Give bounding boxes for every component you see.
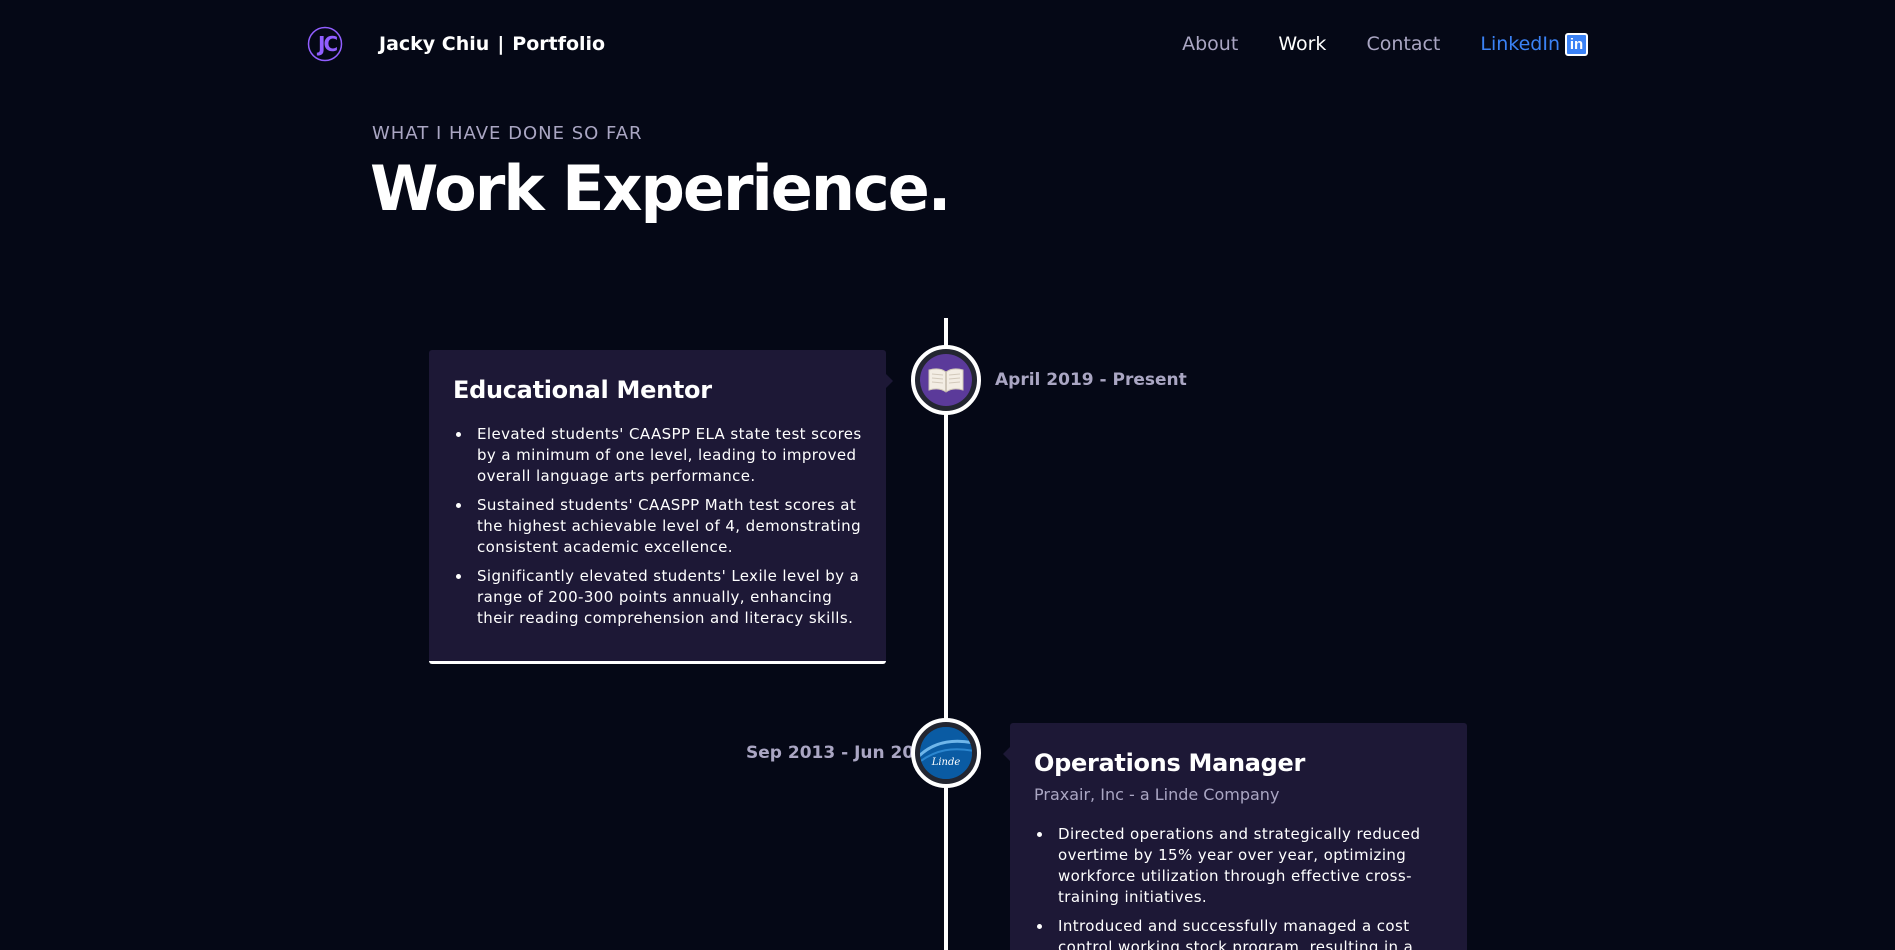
brand-separator: | — [497, 33, 505, 55]
section-subtitle: What I have done so far — [372, 123, 643, 144]
experience-points: Elevated students' CAASPP ELA state test… — [453, 424, 862, 629]
experience-title: Educational Mentor — [453, 376, 712, 404]
section-title: Work Experience. — [370, 152, 951, 225]
experience-card-educational-mentor: Educational Mentor Elevated students' CA… — [429, 350, 893, 664]
brand-second: Portfolio — [512, 33, 606, 55]
experience-company: Praxair, Inc - a Linde Company — [1034, 785, 1280, 804]
experience-card-operations-manager: Operations Manager Praxair, Inc - a Lind… — [1003, 723, 1467, 950]
nav-link-linkedin[interactable]: LinkedIn in — [1480, 30, 1588, 58]
card-arrow — [886, 374, 893, 388]
card-arrow — [1003, 747, 1010, 761]
navbar: JC Jacky Chiu | Portfolio About Work Conta… — [0, 0, 1895, 90]
experience-date: April 2019 - Present — [995, 370, 1187, 390]
open-book-icon — [920, 354, 972, 406]
timeline-node-operations-manager: Linde — [911, 718, 981, 788]
linde-logo-icon: Linde — [920, 727, 972, 779]
nav-link-work[interactable]: Work — [1278, 30, 1326, 58]
experience-point: Introduced and successfully managed a co… — [1034, 916, 1443, 950]
experience-title: Operations Manager — [1034, 749, 1306, 777]
page: JC Jacky Chiu | Portfolio About Work Conta… — [0, 0, 1895, 950]
timeline-node-educational-mentor — [911, 345, 981, 415]
experience-date: Sep 2013 - Jun 2017 — [746, 743, 938, 763]
brand-first: Jacky Chiu — [379, 33, 490, 55]
brand-link[interactable]: JC Jacky Chiu | Portfolio — [307, 26, 605, 62]
jc-logo-icon: JC — [307, 26, 354, 62]
experience-point: Elevated students' CAASPP ELA state test… — [453, 424, 862, 487]
linkedin-icon: in — [1565, 32, 1588, 56]
nav-link-contact[interactable]: Contact — [1366, 30, 1440, 58]
experience-point: Significantly elevated students' Lexile … — [453, 566, 862, 629]
svg-text:JC: JC — [316, 32, 337, 56]
brand-name: Jacky Chiu | Portfolio — [379, 33, 605, 55]
svg-text:Linde: Linde — [931, 757, 961, 768]
experience-point: Sustained students' CAASPP Math test sco… — [453, 495, 862, 558]
experience-points: Directed operations and strategically re… — [1034, 824, 1443, 950]
nav-link-about[interactable]: About — [1182, 30, 1238, 58]
linkedin-label: LinkedIn — [1480, 33, 1560, 55]
nav-links: About Work Contact LinkedIn in — [1142, 30, 1588, 58]
experience-point: Directed operations and strategically re… — [1034, 824, 1443, 908]
